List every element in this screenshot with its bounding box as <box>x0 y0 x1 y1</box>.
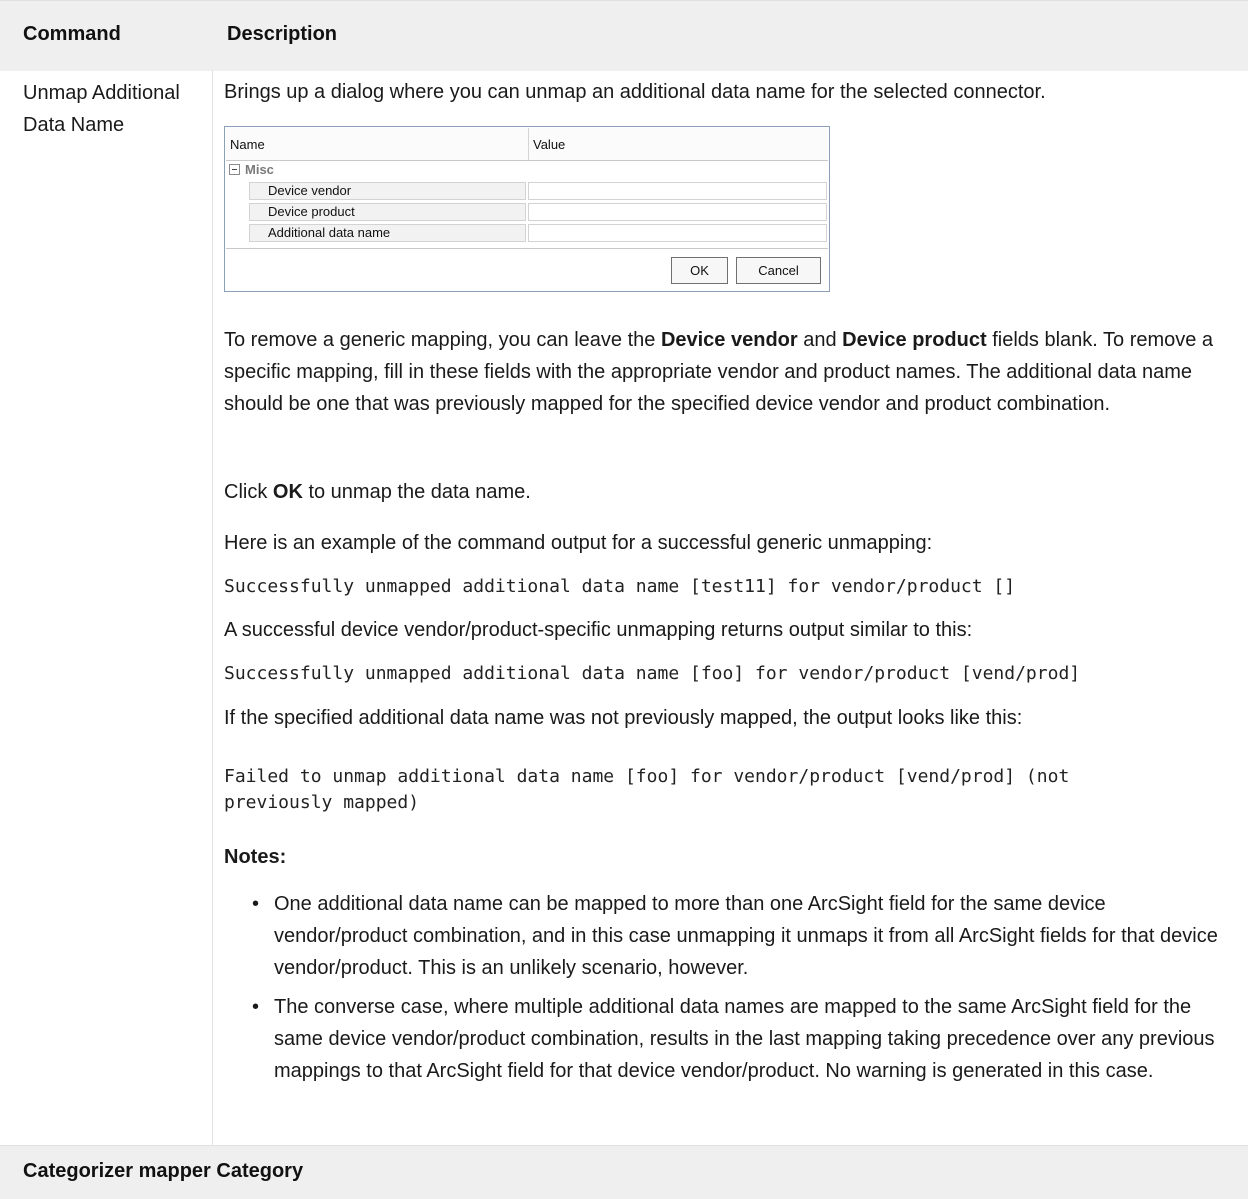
row-label: Device product <box>249 203 526 221</box>
device-product-field[interactable] <box>528 203 827 221</box>
section-title: Categorizer mapper Category <box>23 1160 304 1182</box>
value-column-header: Value <box>533 137 566 152</box>
ok-button[interactable]: OK <box>671 257 728 284</box>
category-label: Misc <box>245 162 274 177</box>
collapse-icon[interactable] <box>229 164 240 175</box>
command-name: Unmap Additional Data Name <box>23 82 180 136</box>
row-additional-data-name[interactable]: Additional data name <box>249 224 827 242</box>
generic-mapping-paragraph: To remove a generic mapping, you can lea… <box>224 329 1214 415</box>
bullet-icon: • <box>252 996 260 1018</box>
click-ok-paragraph: Click OK to unmap the data name. <box>224 481 531 503</box>
row-device-vendor[interactable]: Device vendor <box>249 182 827 200</box>
name-column-header: Name <box>230 137 265 152</box>
row-label: Device vendor <box>249 182 526 200</box>
category-misc[interactable]: Misc <box>229 162 274 179</box>
device-product-bold: Device product <box>842 329 987 351</box>
list-item: • The converse case, where multiple addit… <box>224 991 1244 1087</box>
column-divider <box>212 70 213 1145</box>
property-grid-header: Name Value <box>226 128 828 161</box>
bullet-icon: • <box>252 893 260 915</box>
header-description: Description <box>227 23 338 45</box>
ok-bold: OK <box>272 481 303 503</box>
intro-text: Brings up a dialog where you can unmap a… <box>224 81 1046 103</box>
notes-label: Notes: <box>224 846 287 868</box>
code-output-generic: Successfully unmapped additional data na… <box>224 576 1016 597</box>
example-intro-specific: A successful device vendor/product-speci… <box>224 619 973 641</box>
additional-data-name-field[interactable] <box>528 224 827 242</box>
list-item: • One additional data name can be mapped … <box>224 888 1244 984</box>
unmap-dialog: Name Value Misc Device vendor Device pro… <box>224 126 830 292</box>
device-vendor-bold: Device vendor <box>660 329 798 351</box>
column-separator[interactable] <box>528 128 529 160</box>
row-device-product[interactable]: Device product <box>249 203 827 221</box>
example-intro-failure: If the specified additional data name wa… <box>224 707 1023 729</box>
row-label: Additional data name <box>249 224 526 242</box>
dialog-separator <box>226 248 828 249</box>
header-command: Command <box>23 23 121 45</box>
next-section-row: Categorizer mapper Category <box>0 1145 1248 1199</box>
notes-list: • One additional data name can be mapped … <box>224 888 1244 1094</box>
table-header: Command Description <box>0 0 1248 71</box>
example-intro-generic: Here is an example of the command output… <box>224 532 933 554</box>
cancel-button[interactable]: Cancel <box>736 257 821 284</box>
code-output-failure: Failed to unmap additional data name [fo… <box>224 766 1070 813</box>
device-vendor-field[interactable] <box>528 182 827 200</box>
code-output-specific: Successfully unmapped additional data na… <box>224 663 1081 684</box>
